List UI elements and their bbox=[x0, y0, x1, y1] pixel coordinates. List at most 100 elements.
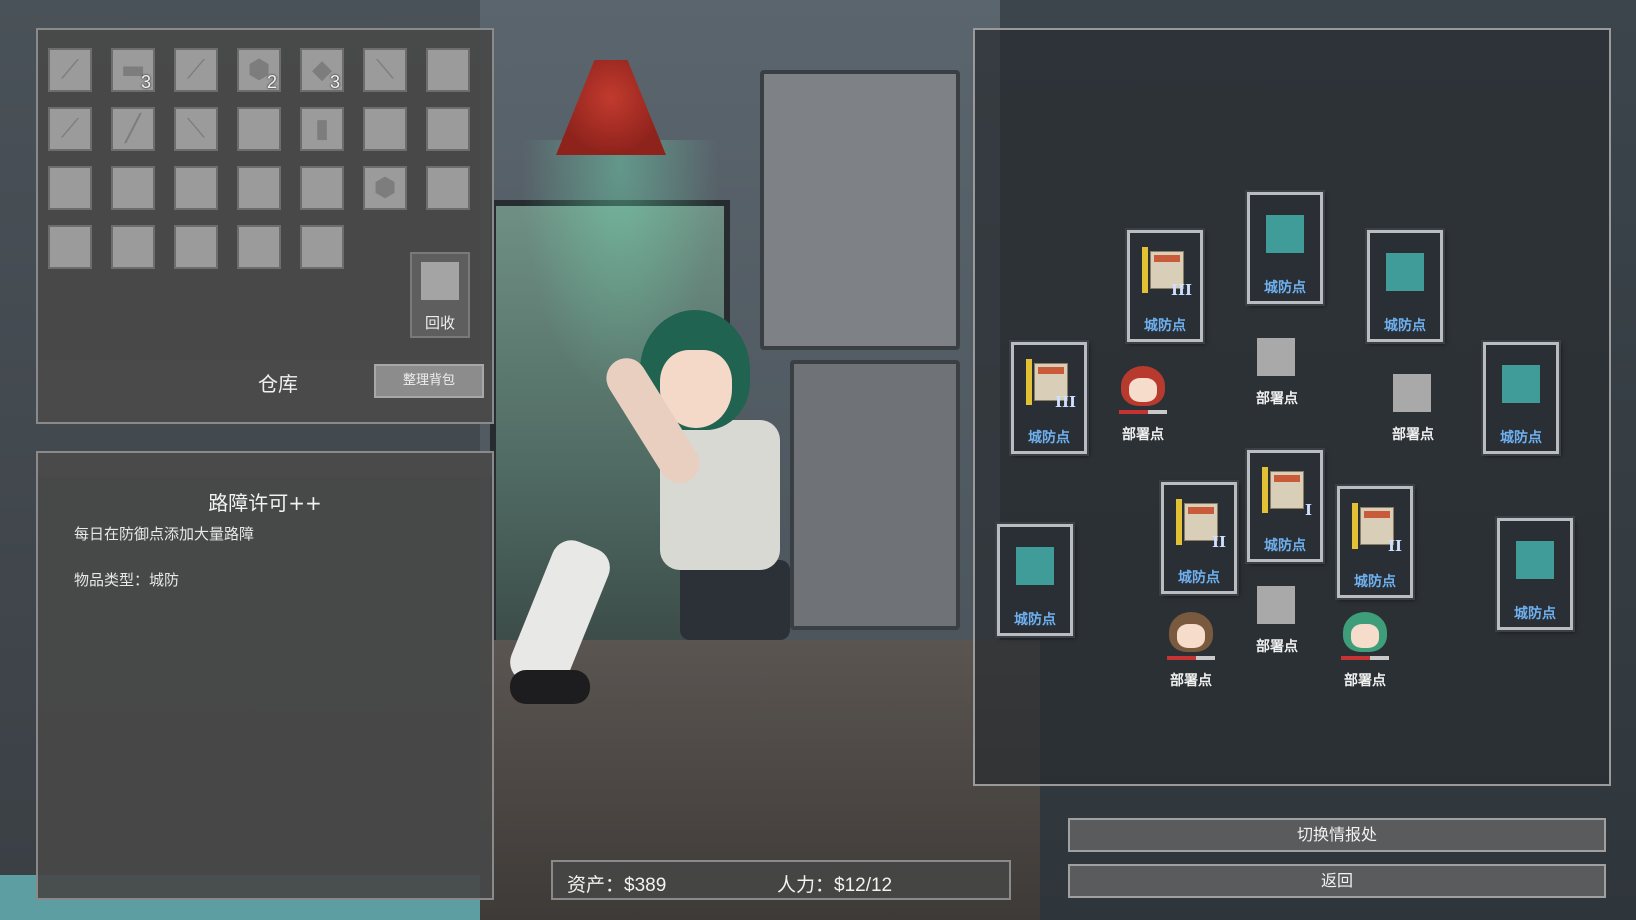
empty-deploy-slot bbox=[1257, 586, 1295, 624]
inventory-slot[interactable] bbox=[174, 166, 218, 210]
defense-point[interactable]: 城防点 bbox=[1247, 192, 1323, 304]
license-item-icon: III bbox=[1026, 359, 1076, 411]
red-hair-girl-avatar[interactable] bbox=[1117, 366, 1169, 418]
defense-point-label: 城防点 bbox=[1144, 318, 1186, 334]
inventory-slot[interactable]: ⬢ bbox=[363, 166, 407, 210]
inventory-slot[interactable] bbox=[426, 48, 470, 92]
pipe-icon: ⟋ bbox=[60, 113, 80, 144]
defense-point[interactable]: I 城防点 bbox=[1247, 450, 1323, 562]
inventory-slot[interactable] bbox=[300, 166, 344, 210]
recycle-label: 回收 bbox=[424, 314, 455, 332]
rod-icon: ╱ bbox=[125, 114, 141, 144]
inventory-slot[interactable]: ╱ bbox=[111, 107, 155, 151]
defense-point[interactable]: II 城防点 bbox=[1337, 486, 1413, 598]
manpower-readout: 人力：$12/12 bbox=[777, 875, 893, 896]
sitting-girl-character bbox=[504, 310, 790, 740]
inventory-slot[interactable] bbox=[237, 166, 281, 210]
inventory-slot[interactable]: ▮ bbox=[300, 107, 344, 151]
inventory-slot[interactable]: ⟍ bbox=[363, 48, 407, 92]
inventory-slot[interactable] bbox=[300, 225, 344, 269]
item-count: 3 bbox=[329, 72, 340, 92]
inventory-slot[interactable]: ◆ 3 bbox=[300, 48, 344, 92]
defense-point[interactable]: 城防点 bbox=[997, 524, 1073, 636]
deploy-point[interactable]: 部署点 bbox=[1373, 374, 1453, 454]
license-item-icon: I bbox=[1262, 467, 1312, 519]
resources-bar: 资产：$389 人力：$12/12 bbox=[551, 860, 1011, 900]
defense-point[interactable]: 城防点 bbox=[1367, 230, 1443, 342]
defense-map-panel: III 城防点 城防点 城防点 III 城防点 城防点 I 城防点 II 城防点 II 城防点 城防点 城防… bbox=[973, 28, 1611, 786]
empty-defense-slot bbox=[1386, 253, 1424, 291]
inventory-slot[interactable] bbox=[48, 225, 92, 269]
defense-point[interactable]: III 城防点 bbox=[1011, 342, 1087, 454]
inventory-slot[interactable]: ⬢ 2 bbox=[237, 48, 281, 92]
inventory-slot[interactable] bbox=[237, 107, 281, 151]
defense-point-label: 城防点 bbox=[1514, 606, 1556, 622]
health-bar bbox=[1167, 656, 1215, 660]
inventory-slot[interactable]: ⟋ bbox=[48, 107, 92, 151]
inventory-slot[interactable]: ⟍ bbox=[174, 107, 218, 151]
license-tier: II bbox=[1211, 533, 1226, 551]
inventory-slot[interactable]: ⟋ bbox=[48, 48, 92, 92]
health-bar bbox=[1341, 656, 1389, 660]
defense-point-label: 城防点 bbox=[1500, 430, 1542, 446]
defense-point-label: 城防点 bbox=[1264, 280, 1306, 296]
defense-point-label: 城防点 bbox=[1354, 574, 1396, 590]
deploy-point-label: 部署点 bbox=[1256, 391, 1298, 407]
item-count: 2 bbox=[266, 72, 277, 92]
bg-wall-panel bbox=[760, 70, 960, 350]
deploy-point[interactable]: 部署点 bbox=[1325, 612, 1405, 700]
empty-defense-slot bbox=[1016, 547, 1054, 585]
deploy-point[interactable]: 部署点 bbox=[1103, 366, 1183, 454]
deploy-point-label: 部署点 bbox=[1256, 639, 1298, 655]
defense-point-label: 城防点 bbox=[1014, 612, 1056, 628]
tool-icon: ⟍ bbox=[375, 54, 395, 85]
item-description-panel: 路障许可++ 每日在防御点添加大量路障 物品类型：城防 bbox=[36, 451, 494, 900]
empty-defense-slot bbox=[1266, 215, 1304, 253]
bg-wall-panel-lower bbox=[790, 360, 960, 630]
inventory-slot[interactable] bbox=[363, 107, 407, 151]
inventory-slot[interactable]: ▬ 3 bbox=[111, 48, 155, 92]
license-item-icon: II bbox=[1176, 499, 1226, 551]
switch-intel-button[interactable]: 切换情报处 bbox=[1068, 818, 1606, 852]
deploy-point[interactable]: 部署点 bbox=[1237, 338, 1317, 418]
license-item-icon: II bbox=[1352, 503, 1402, 555]
deploy-point[interactable]: 部署点 bbox=[1151, 612, 1231, 700]
defense-point-label: 城防点 bbox=[1028, 430, 1070, 446]
defense-point[interactable]: III 城防点 bbox=[1127, 230, 1203, 342]
license-tier: III bbox=[1170, 281, 1192, 299]
item-type-text: 物品类型：城防 bbox=[74, 571, 180, 589]
item-name: 路障许可++ bbox=[208, 491, 322, 515]
deploy-point-label: 部署点 bbox=[1122, 427, 1164, 443]
back-button[interactable]: 返回 bbox=[1068, 864, 1606, 898]
recycle-slot[interactable] bbox=[421, 262, 459, 300]
empty-defense-slot bbox=[1502, 365, 1540, 403]
defense-point-label: 城防点 bbox=[1178, 570, 1220, 586]
inventory-slot[interactable] bbox=[111, 166, 155, 210]
brown-hair-girl-avatar[interactable] bbox=[1165, 612, 1217, 664]
inventory-slot[interactable] bbox=[111, 225, 155, 269]
deploy-point[interactable]: 部署点 bbox=[1237, 586, 1317, 666]
description-header-strip bbox=[38, 453, 492, 477]
inventory-slot[interactable] bbox=[48, 166, 92, 210]
defense-point[interactable]: 城防点 bbox=[1483, 342, 1559, 454]
sort-backpack-button[interactable]: 整理背包 bbox=[374, 364, 484, 398]
defense-point[interactable]: 城防点 bbox=[1497, 518, 1573, 630]
license-tier: III bbox=[1054, 393, 1076, 411]
inventory-slot[interactable] bbox=[426, 107, 470, 151]
empty-deploy-slot bbox=[1257, 338, 1295, 376]
deploy-point-label: 部署点 bbox=[1392, 427, 1434, 443]
inventory-slot[interactable] bbox=[237, 225, 281, 269]
green-hair-girl-avatar[interactable] bbox=[1339, 612, 1391, 664]
deploy-point-label: 部署点 bbox=[1170, 673, 1212, 689]
inventory-slot[interactable]: ⟋ bbox=[174, 48, 218, 92]
empty-deploy-slot bbox=[1393, 374, 1431, 412]
pipe-icon: ⟋ bbox=[186, 54, 206, 85]
empty-defense-slot bbox=[1516, 541, 1554, 579]
inventory-slot[interactable] bbox=[174, 225, 218, 269]
license-item-icon: III bbox=[1142, 247, 1192, 299]
inventory-slot[interactable] bbox=[426, 166, 470, 210]
defense-point[interactable]: II 城防点 bbox=[1161, 482, 1237, 594]
recycle-button[interactable]: 回收 bbox=[410, 252, 470, 338]
item-count: 3 bbox=[140, 72, 151, 92]
tool-icon: ⟍ bbox=[186, 113, 206, 144]
